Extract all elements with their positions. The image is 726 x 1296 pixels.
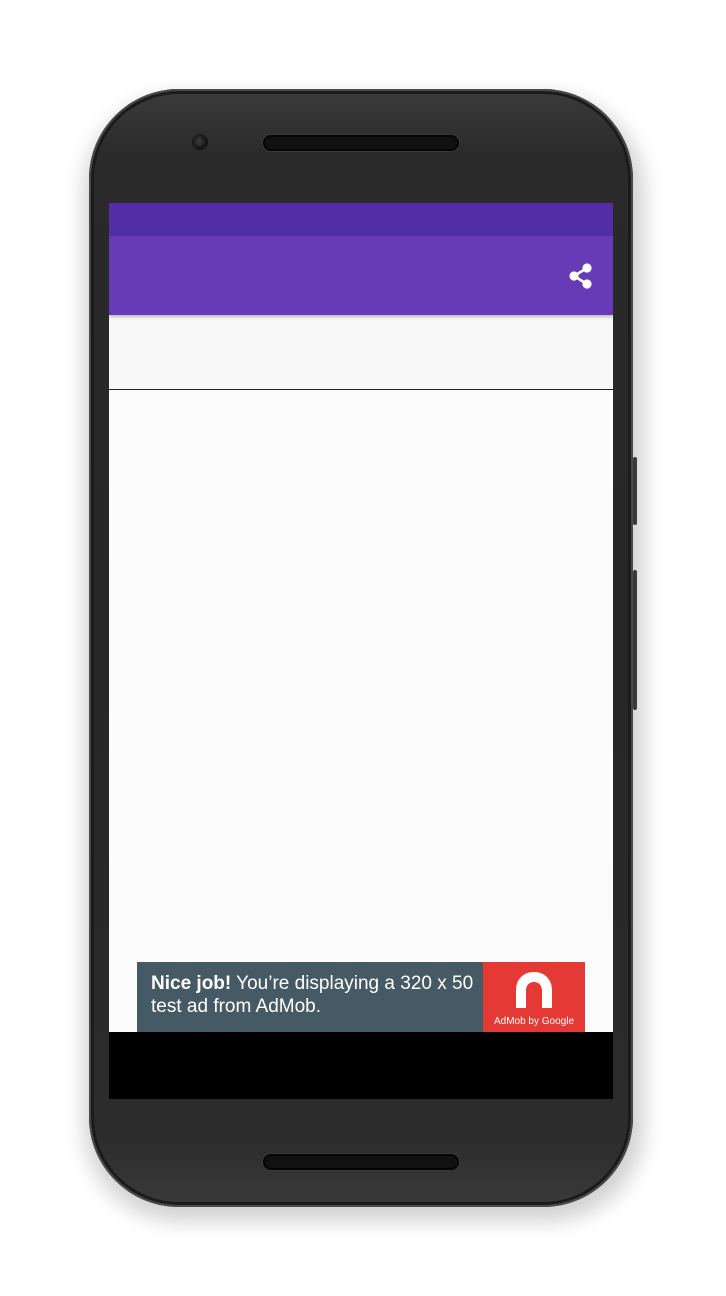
power-button — [633, 457, 637, 525]
app-bar — [109, 236, 613, 315]
status-bar — [109, 203, 613, 236]
content-header-text — [125, 339, 375, 363]
admob-caption: AdMob by Google — [493, 1016, 575, 1027]
admob-logo: AdMob by Google — [483, 962, 585, 1032]
content-area — [109, 315, 613, 1032]
content-body — [109, 390, 613, 1032]
volume-rocker — [633, 570, 637, 710]
admob-icon — [516, 972, 552, 1008]
ad-banner[interactable]: Nice job! You’re displaying a 320 x 50 t… — [137, 962, 585, 1032]
content-header — [109, 315, 613, 390]
screen: Nice job! You’re displaying a 320 x 50 t… — [109, 203, 613, 1099]
ad-text: Nice job! You’re displaying a 320 x 50 t… — [151, 972, 481, 1018]
share-icon — [569, 263, 592, 289]
ad-headline: Nice job! — [151, 973, 232, 994]
share-button[interactable] — [563, 258, 599, 294]
bottom-speaker-grille — [263, 1154, 459, 1170]
navigation-bar-area — [109, 1032, 613, 1099]
device-frame: Nice job! You’re displaying a 320 x 50 t… — [0, 0, 726, 1296]
top-speaker-grille — [263, 135, 459, 151]
app-title — [129, 262, 349, 288]
front-camera — [192, 134, 208, 150]
